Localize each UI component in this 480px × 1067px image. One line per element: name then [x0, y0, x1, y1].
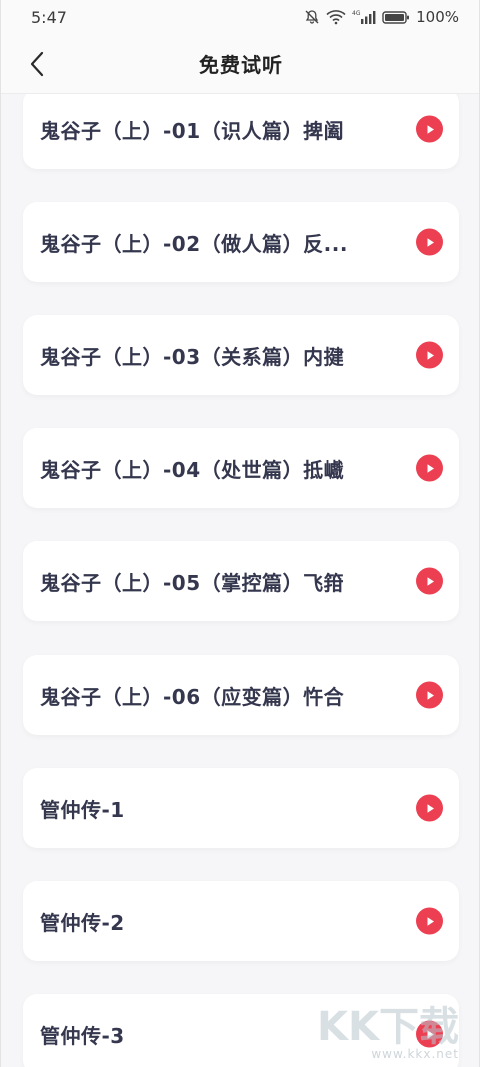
chevron-left-icon: [30, 51, 44, 77]
play-button[interactable]: [416, 228, 443, 256]
play-icon: [427, 690, 434, 700]
status-icons: 4G 100%: [304, 8, 459, 26]
play-button[interactable]: [416, 454, 443, 482]
play-button[interactable]: [416, 1020, 443, 1048]
list-item[interactable]: 鬼谷子（上）-05（掌控篇）飞箝: [23, 541, 459, 621]
play-icon: [427, 576, 434, 586]
list-item[interactable]: 鬼谷子（上）-02（做人篇）反...: [23, 202, 459, 282]
list-item[interactable]: 鬼谷子（上）-01（识人篇）捭阖: [23, 94, 459, 169]
item-title: 管仲传-2: [40, 910, 125, 935]
item-title: 鬼谷子（上）-02（做人篇）反...: [40, 231, 348, 256]
status-bar: 5:47 4G 100%: [1, 0, 479, 34]
page-title: 免费试听: [199, 53, 283, 77]
play-button[interactable]: [416, 794, 443, 822]
battery-percent: 100%: [416, 8, 459, 26]
item-title: 鬼谷子（上）-03（关系篇）内揵: [40, 344, 345, 369]
network-type-text: 4G: [352, 10, 361, 17]
play-icon: [427, 916, 434, 926]
app-screen: 5:47 4G 100% 免费试听 鬼谷子（上）-01（识人篇）捭阖 鬼谷子（上…: [0, 0, 480, 1067]
item-title: 鬼谷子（上）-05（掌控篇）飞箝: [40, 570, 345, 595]
cellular-signal-icon: 4G: [352, 9, 376, 25]
list-item[interactable]: 管仲传-2: [23, 881, 459, 961]
wifi-icon: [326, 9, 346, 25]
item-title: 鬼谷子（上）-06（应变篇）忤合: [40, 684, 345, 709]
play-icon: [427, 803, 434, 813]
play-button[interactable]: [416, 681, 443, 709]
item-title: 鬼谷子（上）-04（处世篇）抵巇: [40, 457, 345, 482]
play-button[interactable]: [416, 115, 443, 143]
play-icon: [427, 124, 434, 134]
battery-icon: [382, 9, 410, 25]
play-icon: [427, 463, 434, 473]
play-icon: [427, 350, 434, 360]
back-button[interactable]: [23, 49, 53, 79]
play-button[interactable]: [416, 567, 443, 595]
mute-bell-icon: [304, 9, 320, 25]
list-item[interactable]: 管仲传-1: [23, 768, 459, 848]
audio-list: 鬼谷子（上）-01（识人篇）捭阖 鬼谷子（上）-02（做人篇）反... 鬼谷子（…: [1, 94, 479, 1067]
play-button[interactable]: [416, 907, 443, 935]
play-icon: [427, 237, 434, 247]
item-title: 管仲传-3: [40, 1023, 125, 1048]
play-button[interactable]: [416, 341, 443, 369]
list-item[interactable]: 鬼谷子（上）-04（处世篇）抵巇: [23, 428, 459, 508]
item-title: 鬼谷子（上）-01（识人篇）捭阖: [40, 118, 345, 143]
item-title: 管仲传-1: [40, 797, 125, 822]
play-icon: [427, 1029, 434, 1039]
list-item[interactable]: 鬼谷子（上）-03（关系篇）内揵: [23, 315, 459, 395]
nav-header: 免费试听: [1, 34, 479, 94]
list-item[interactable]: 管仲传-3: [23, 994, 459, 1067]
list-item[interactable]: 鬼谷子（上）-06（应变篇）忤合: [23, 655, 459, 735]
status-time: 5:47: [31, 7, 67, 27]
